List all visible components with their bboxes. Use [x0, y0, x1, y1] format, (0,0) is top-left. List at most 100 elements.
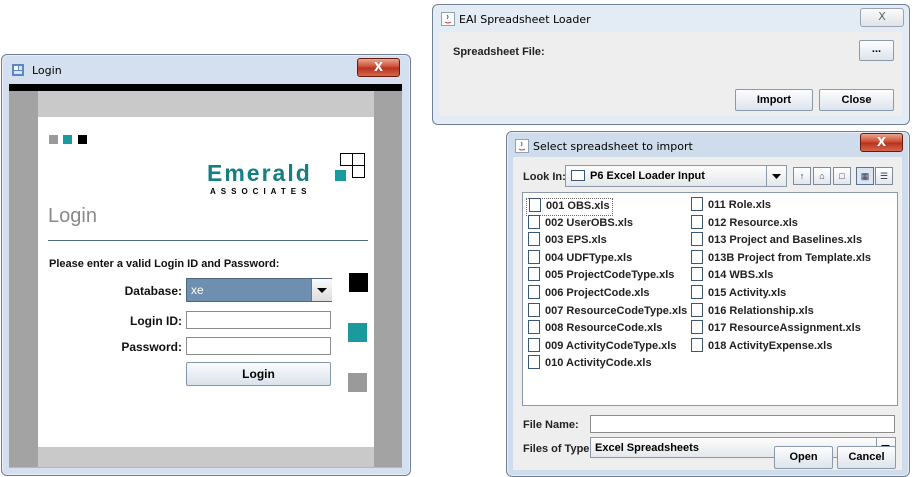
file-name: 013 Project and Baselines.xls	[708, 234, 863, 247]
lookin-label: Look In:	[523, 171, 566, 183]
chooser-window-title: Select spreadsheet to import	[533, 140, 693, 153]
file-list-item[interactable]: 012 Resource.xls	[691, 214, 798, 232]
password-label: Password:	[121, 340, 182, 354]
database-value: xe	[191, 283, 204, 297]
details-view-icon[interactable]: ☰	[875, 167, 893, 185]
file-name: 002 UserOBS.xls	[545, 216, 634, 229]
up-one-level-icon[interactable]: ↑	[793, 167, 811, 185]
file-list-item[interactable]: 016 Relationship.xls	[691, 302, 814, 320]
deco-square-black-right	[349, 273, 368, 292]
file-list-item[interactable]: 001 OBS.xls	[526, 198, 613, 216]
login-window-title: Login	[32, 64, 62, 77]
loader-window-title: EAI Spreadsheet Loader	[459, 13, 591, 26]
app-icon	[11, 63, 25, 77]
java-icon	[441, 12, 455, 26]
login-header-band	[38, 91, 374, 117]
file-list-item[interactable]: 006 ProjectCode.xls	[528, 285, 650, 302]
file-name: 012 Resource.xls	[708, 216, 798, 229]
file-name: 009 ActivityCodeType.xls	[545, 339, 677, 352]
login-titlebar: Login X	[2, 55, 410, 83]
file-list-item[interactable]: 017 ResourceAssignment.xls	[691, 320, 861, 337]
file-icon	[528, 267, 540, 282]
login-prompt: Please enter a valid Login ID and Passwo…	[49, 258, 280, 270]
logo-subtitle: ASSOCIATES	[210, 187, 312, 196]
file-name: 007 ResourceCodeType.xls	[545, 304, 688, 317]
file-list-item[interactable]: 005 ProjectCodeType.xls	[528, 267, 675, 284]
loginid-label: Login ID:	[130, 314, 182, 328]
file-name: 008 ResourceCode.xls	[545, 322, 663, 335]
file-icon	[528, 302, 540, 317]
file-list-item[interactable]: 018 ActivityExpense.xls	[691, 337, 833, 355]
file-icon	[528, 355, 540, 370]
loader-window: EAI Spreadsheet Loader X Spreadsheet Fil…	[432, 4, 910, 125]
file-list-item[interactable]: 013 Project and Baselines.xls	[691, 232, 863, 249]
new-folder-icon[interactable]: □	[833, 167, 851, 185]
login-card: Emerald ASSOCIATES Login Please enter a …	[38, 117, 374, 447]
browse-button[interactable]: ...	[859, 40, 894, 61]
login-left-band	[9, 91, 38, 467]
file-name: 015 Activity.xls	[708, 286, 787, 299]
database-select[interactable]: xe	[186, 278, 332, 302]
file-list-item[interactable]: 002 UserOBS.xls	[528, 214, 634, 232]
file-icon	[691, 214, 703, 229]
login-heading: Login	[48, 205, 97, 227]
loader-panel: Spreadsheet File: ... Import Close	[439, 32, 902, 116]
logo-grid-mark	[335, 153, 365, 181]
file-list-item[interactable]: 004 UDFType.xls	[528, 249, 633, 267]
file-icon	[691, 232, 703, 247]
file-list[interactable]: 001 OBS.xls 002 UserOBS.xls 003 EPS.xls 004…	[522, 192, 898, 406]
import-button[interactable]: Import	[735, 89, 813, 111]
password-input[interactable]	[186, 337, 331, 355]
file-icon	[528, 320, 540, 335]
file-name: 001 OBS.xls	[546, 199, 610, 212]
deco-square-grey-right	[348, 373, 367, 392]
file-list-item[interactable]: 009 ActivityCodeType.xls	[528, 337, 677, 355]
file-name: 005 ProjectCodeType.xls	[545, 269, 675, 282]
file-name: 010 ActivityCode.xls	[545, 357, 652, 370]
file-name: 004 UDFType.xls	[545, 251, 633, 264]
filetype-label: Files of Type:	[523, 443, 594, 455]
login-divider	[48, 240, 368, 241]
file-list-item[interactable]: 003 EPS.xls	[528, 232, 607, 249]
file-name: 014 WBS.xls	[708, 269, 774, 282]
login-right-band	[374, 91, 402, 467]
home-icon[interactable]: ⌂	[813, 167, 831, 185]
loader-close-x-button[interactable]: X	[860, 8, 904, 27]
logo-wordmark: Emerald	[207, 160, 312, 186]
chooser-close-button[interactable]: X	[860, 133, 903, 152]
file-name: 017 ResourceAssignment.xls	[708, 322, 861, 335]
login-button[interactable]: Login	[186, 362, 331, 386]
lookin-select[interactable]: P6 Excel Loader Input	[565, 165, 787, 187]
file-name: 011 Role.xls	[708, 198, 771, 211]
file-list-item[interactable]: 011 Role.xls	[691, 197, 771, 214]
file-list-item[interactable]: 010 ActivityCode.xls	[528, 355, 652, 372]
file-icon	[691, 285, 703, 299]
file-list-item[interactable]: 007 ResourceCodeType.xls	[528, 302, 688, 320]
file-icon	[529, 198, 541, 212]
loginid-input[interactable]	[186, 311, 331, 329]
file-icon	[691, 197, 703, 211]
list-view-icon[interactable]: ▦	[856, 167, 874, 185]
copyright-text: COPYRIGHT (C) 2009 EMERALD ASSOCIATES. A…	[45, 429, 320, 439]
login-footer-band	[38, 447, 374, 467]
login-close-button[interactable]: X	[357, 58, 400, 77]
lookin-value: P6 Excel Loader Input	[590, 170, 705, 182]
cancel-button[interactable]: Cancel	[837, 446, 896, 469]
file-icon	[528, 249, 540, 264]
dropdown-arrow-icon[interactable]	[311, 279, 332, 301]
file-icon	[528, 232, 540, 247]
open-button[interactable]: Open	[774, 446, 833, 469]
login-content: Emerald ASSOCIATES Login Please enter a …	[9, 84, 402, 468]
database-label: Database:	[124, 284, 182, 298]
close-button[interactable]: Close	[819, 89, 894, 111]
file-name: 018 ActivityExpense.xls	[708, 339, 833, 352]
filename-input[interactable]	[590, 415, 895, 433]
file-icon	[691, 302, 703, 317]
chevron-down-icon[interactable]	[766, 166, 786, 186]
file-list-item[interactable]: 015 Activity.xls	[691, 285, 787, 302]
file-list-item[interactable]: 013B Project from Template.xls	[691, 249, 871, 267]
chooser-panel: Look In: P6 Excel Loader Input ↑ ⌂ □ ▦ ☰…	[513, 157, 902, 470]
file-list-item[interactable]: 008 ResourceCode.xls	[528, 320, 663, 337]
file-list-item[interactable]: 014 WBS.xls	[691, 267, 774, 284]
chooser-window: Select spreadsheet to import X Look In: …	[506, 131, 910, 477]
